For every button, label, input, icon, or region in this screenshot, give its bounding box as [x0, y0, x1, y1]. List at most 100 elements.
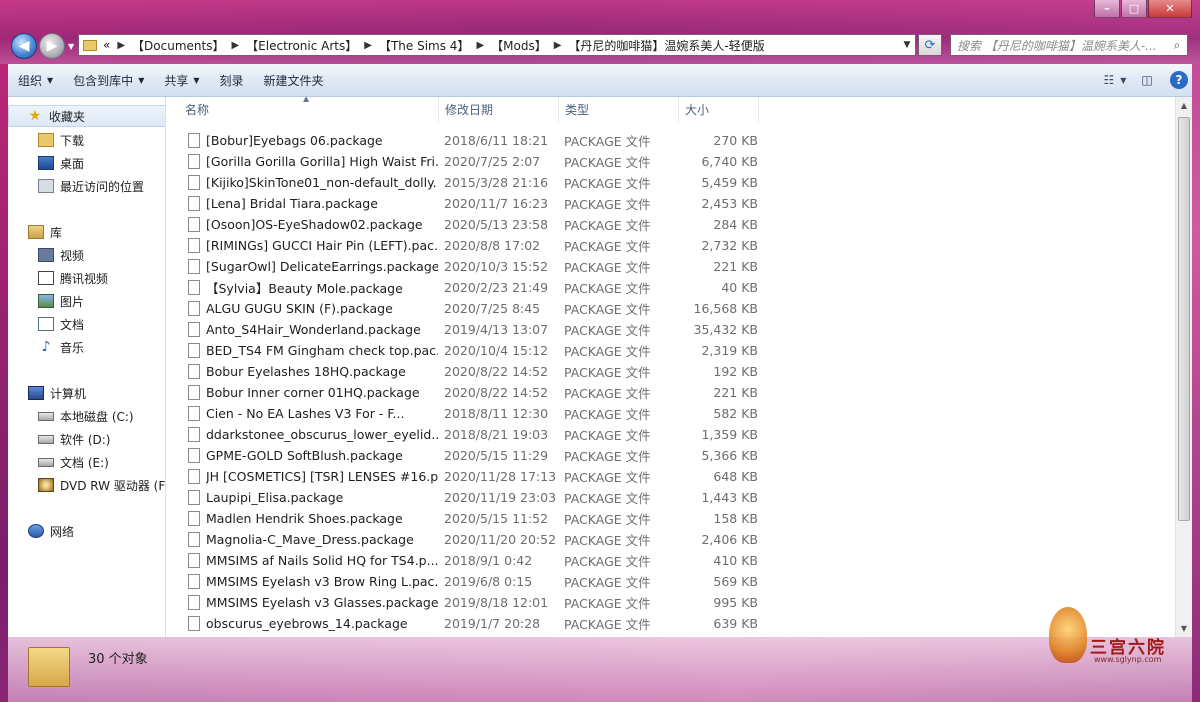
- back-button[interactable]: ◀: [11, 33, 37, 59]
- preview-pane-button[interactable]: ◫: [1134, 70, 1160, 90]
- sidebar-item-pictures[interactable]: 图片: [8, 290, 165, 312]
- column-header-type[interactable]: 类型: [559, 97, 679, 123]
- file-row[interactable]: [Gorilla Gorilla Gorilla] High Waist Fri…: [167, 151, 927, 172]
- forward-arrow-icon: ▶: [46, 38, 58, 54]
- file-size: 2,406 KB: [701, 532, 758, 547]
- sidebar-item-libraries[interactable]: 库: [8, 221, 165, 243]
- file-row[interactable]: [Lena] Bridal Tiara.package 2020/11/7 16:…: [167, 193, 927, 214]
- address-bar[interactable]: « ▶ 【Documents】 ▶ 【Electronic Arts】 ▶ 【T…: [78, 34, 916, 56]
- file-date: 2020/11/7 16:23: [444, 196, 549, 211]
- sidebar-item-label: 本地磁盘 (C:): [60, 409, 134, 424]
- sidebar-item-downloads[interactable]: 下载: [8, 129, 165, 151]
- sidebar-item-label: 软件 (D:): [60, 432, 111, 447]
- command-toolbar: 组织 ▼ 包含到库中 ▼ 共享 ▼ 刻录 新建文件夹 ☷ ▼ ◫ ?: [8, 64, 1192, 97]
- breadcrumb-documents[interactable]: 【Documents】: [132, 37, 224, 54]
- file-row[interactable]: Anto_S4Hair_Wonderland.package 2019/4/13 …: [167, 319, 927, 340]
- breadcrumb-electronic-arts[interactable]: 【Electronic Arts】: [246, 37, 357, 54]
- search-icon[interactable]: ⌕: [1167, 38, 1187, 53]
- file-row[interactable]: GPME-GOLD SoftBlush.package 2020/5/15 11:…: [167, 445, 927, 466]
- file-row[interactable]: Magnolia-C_Mave_Dress.package 2020/11/20 …: [167, 529, 927, 550]
- file-row[interactable]: [SugarOwl] DelicateEarrings.package 2020/…: [167, 256, 927, 277]
- column-header-name[interactable]: 名称 ▲: [167, 97, 439, 123]
- sidebar-item-documents[interactable]: 文档: [8, 313, 165, 335]
- file-row[interactable]: MMSIMS Eyelash v3 Glasses.package 2019/8/…: [167, 592, 927, 613]
- include-library-menu[interactable]: 包含到库中 ▼: [63, 72, 154, 89]
- file-row[interactable]: 【Sylvia】Beauty Mole.package 2020/2/23 21:…: [167, 277, 927, 298]
- file-row[interactable]: [Kijiko]SkinTone01_non-default_dolly....…: [167, 172, 927, 193]
- new-folder-button[interactable]: 新建文件夹: [254, 72, 334, 89]
- scroll-thumb[interactable]: [1178, 117, 1190, 521]
- recent-places-icon: [38, 179, 54, 193]
- breadcrumb-separator[interactable]: ▶: [554, 40, 562, 51]
- view-options-button[interactable]: ☷ ▼: [1102, 70, 1128, 90]
- close-button[interactable]: ✕: [1148, 0, 1192, 18]
- sidebar-item-favorites[interactable]: ★ 收藏夹: [8, 105, 165, 127]
- file-row[interactable]: Bobur Inner corner 01HQ.package 2020/8/22…: [167, 382, 927, 403]
- breadcrumb-separator[interactable]: ▶: [364, 40, 372, 51]
- file-row[interactable]: Madlen Hendrik Shoes.package 2020/5/15 11…: [167, 508, 927, 529]
- column-header-date[interactable]: 修改日期: [439, 97, 559, 123]
- sidebar-item-music[interactable]: ♪ 音乐: [8, 336, 165, 358]
- vertical-scrollbar[interactable]: ▲ ▼: [1175, 97, 1192, 637]
- file-row[interactable]: JH [COSMETICS] [TSR] LENSES #16.p... 2020…: [167, 466, 927, 487]
- file-row[interactable]: Bobur Eyelashes 18HQ.package 2020/8/22 14…: [167, 361, 927, 382]
- hard-drive-icon: [38, 434, 54, 444]
- breadcrumb-current-folder[interactable]: 【丹尼的咖啡猫】温婉系美人-轻便版: [568, 37, 764, 54]
- file-row[interactable]: Cien - No EA Lashes V3 For - F... 2018/8/…: [167, 403, 927, 424]
- scroll-down-arrow-icon[interactable]: ▼: [1176, 620, 1192, 637]
- recent-pages-dropdown[interactable]: ▼: [68, 42, 74, 51]
- share-menu[interactable]: 共享 ▼: [154, 72, 209, 89]
- sidebar-item-recent-places[interactable]: 最近访问的位置: [8, 175, 165, 197]
- burn-button[interactable]: 刻录: [210, 72, 254, 89]
- file-row[interactable]: [Osoon]OS-EyeShadow02.package 2020/5/13 2…: [167, 214, 927, 235]
- breadcrumb-separator[interactable]: ▶: [117, 40, 125, 51]
- file-icon: [188, 532, 200, 547]
- sidebar-item-drive-d[interactable]: 软件 (D:): [8, 428, 165, 450]
- file-row[interactable]: [RIMINGs] GUCCI Hair Pin (LEFT).pac... 20…: [167, 235, 927, 256]
- refresh-button[interactable]: ⟳: [918, 34, 942, 56]
- file-type: PACKAGE 文件: [564, 323, 651, 338]
- file-icon: [188, 175, 200, 190]
- sidebar-item-drive-e[interactable]: 文档 (E:): [8, 451, 165, 473]
- maximize-button[interactable]: □: [1121, 0, 1147, 18]
- address-overflow[interactable]: «: [103, 38, 110, 52]
- sidebar-item-desktop[interactable]: 桌面: [8, 152, 165, 174]
- address-dropdown-icon[interactable]: ▼: [899, 40, 915, 50]
- sidebar-item-drive-c[interactable]: 本地磁盘 (C:): [8, 405, 165, 427]
- help-button[interactable]: ?: [1166, 70, 1192, 90]
- share-label: 共享: [164, 73, 189, 88]
- file-row[interactable]: [Bobur]Eyebags 06.package 2018/6/11 18:21…: [167, 130, 927, 151]
- file-date: 2018/8/21 19:03: [444, 427, 549, 442]
- minimize-button[interactable]: –: [1094, 0, 1120, 18]
- file-size: 410 KB: [713, 553, 758, 568]
- column-header-size[interactable]: 大小: [679, 97, 759, 123]
- organize-menu[interactable]: 组织 ▼: [8, 72, 63, 89]
- navigation-pane: ★ 收藏夹 下载 桌面 最近访问的位置 库 视频 腾讯视频 图片 文档 ♪ 音乐…: [8, 97, 166, 637]
- chevron-down-icon: ▼: [193, 75, 200, 85]
- breadcrumb-separator[interactable]: ▶: [231, 40, 239, 51]
- breadcrumb-mods[interactable]: 【Mods】: [491, 37, 547, 54]
- video-library-icon: [38, 248, 54, 262]
- scroll-up-arrow-icon[interactable]: ▲: [1176, 97, 1192, 114]
- sidebar-item-computer[interactable]: 计算机: [8, 382, 165, 404]
- file-row[interactable]: MMSIMS af Nails Solid HQ for TS4.p... 201…: [167, 550, 927, 571]
- sidebar-item-tencent-video[interactable]: 腾讯视频: [8, 267, 165, 289]
- file-name: BED_TS4 FM Gingham check top.pac...: [206, 343, 438, 358]
- file-row[interactable]: MMSIMS Eyelash v3 Brow Ring L.pac... 2019…: [167, 571, 927, 592]
- file-row[interactable]: BED_TS4 FM Gingham check top.pac... 2020/…: [167, 340, 927, 361]
- sidebar-item-videos[interactable]: 视频: [8, 244, 165, 266]
- file-name: [Gorilla Gorilla Gorilla] High Waist Fri…: [206, 154, 438, 169]
- breadcrumb-the-sims-4[interactable]: 【The Sims 4】: [379, 37, 469, 54]
- breadcrumb-separator[interactable]: ▶: [476, 40, 484, 51]
- folder-icon: [83, 39, 97, 51]
- sidebar-item-dvd-drive[interactable]: DVD RW 驱动器 (F:: [8, 474, 165, 496]
- forward-button[interactable]: ▶: [39, 33, 65, 59]
- file-row[interactable]: ddarkstonee_obscurus_lower_eyelid.... 201…: [167, 424, 927, 445]
- file-date: 2020/8/22 14:52: [444, 385, 549, 400]
- file-size: 5,366 KB: [701, 448, 758, 463]
- file-row[interactable]: Laupipi_Elisa.package 2020/11/19 23:03 PAC…: [167, 487, 927, 508]
- sidebar-item-network[interactable]: 网络: [8, 520, 165, 542]
- search-input[interactable]: 搜索 【丹尼的咖啡猫】温婉系美人-... ⌕: [950, 34, 1188, 56]
- file-row[interactable]: ALGU GUGU SKIN (F).package 2020/7/25 8:45…: [167, 298, 927, 319]
- file-row[interactable]: obscurus_eyebrows_14.package 2019/1/7 20:…: [167, 613, 927, 634]
